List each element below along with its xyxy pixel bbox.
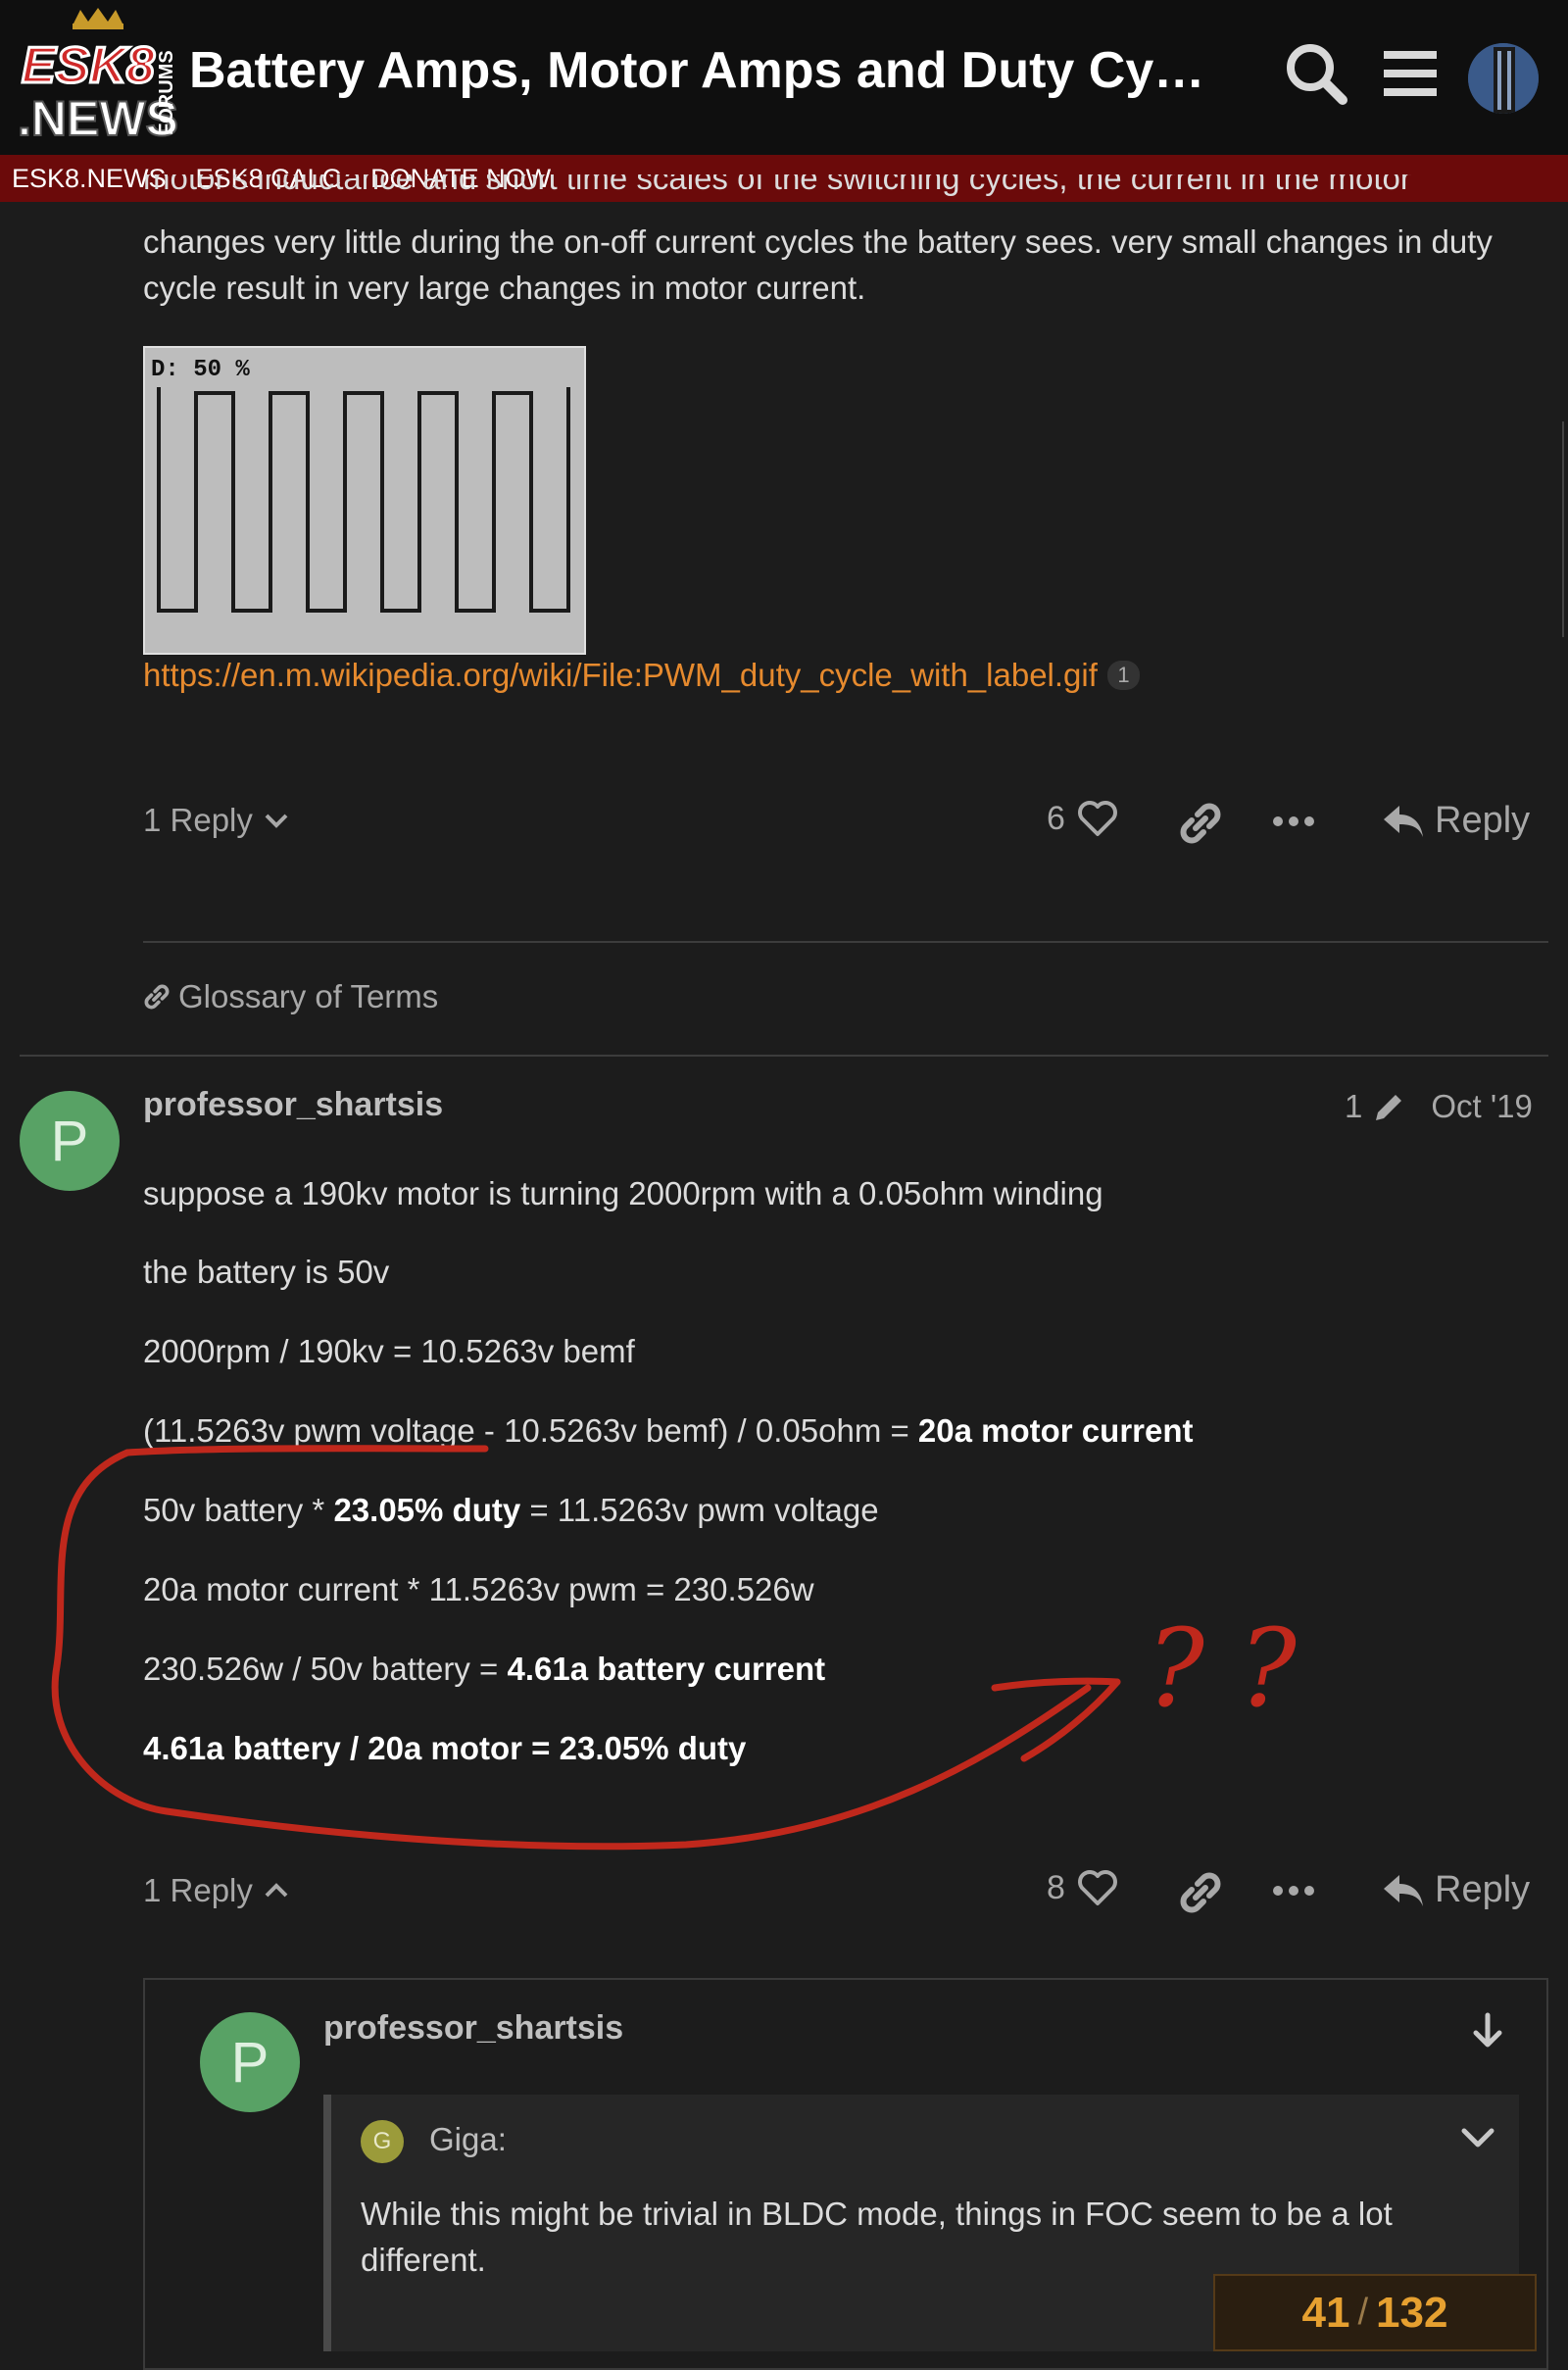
more-options-icon[interactable] — [1272, 1879, 1315, 1902]
post-line: (11.5263v pwm voltage - 10.5263v bemf) /… — [143, 1407, 1194, 1455]
site-header: ESK8 .NEWS FORUMS Battery Amps, Motor Am… — [0, 0, 1568, 155]
quote-text-line: different. — [361, 2242, 486, 2278]
post-author-username[interactable]: professor_shartsis — [143, 1086, 443, 1124]
show-replies-button[interactable]: 1 Reply — [143, 802, 290, 839]
reply-button[interactable]: Reply — [1382, 800, 1530, 842]
search-icon[interactable] — [1282, 39, 1350, 108]
post-line: 4.61a battery / 20a motor = 23.05% duty — [143, 1725, 746, 1772]
reply-author-avatar[interactable]: P — [200, 2012, 300, 2112]
post-text-line: cycle result in very large changes in mo… — [143, 270, 866, 306]
post-line: 50v battery * 23.05% duty = 11.5263v pwm… — [143, 1487, 879, 1534]
wikipedia-link[interactable]: https://en.m.wikipedia.org/wiki/File:PWM… — [143, 657, 1098, 693]
avatar-letter: P — [230, 2030, 270, 2095]
link-icon[interactable] — [1178, 801, 1223, 846]
post-line-part: 50v battery * — [143, 1492, 334, 1528]
post-line-part: = 11.5263v pwm voltage — [520, 1492, 879, 1528]
glossary-link[interactable]: Glossary of Terms — [143, 978, 438, 1015]
svg-text:FORUMS: FORUMS — [156, 50, 177, 135]
pencil-icon[interactable] — [1372, 1089, 1407, 1124]
post-date[interactable]: Oct '19 — [1431, 1088, 1533, 1125]
post-author-avatar[interactable]: P — [20, 1091, 120, 1191]
avatar-letter: G — [372, 2128, 392, 2154]
replies-count-label: 1 Reply — [143, 1872, 253, 1908]
reply-label: Reply — [1435, 1869, 1531, 1910]
hamburger-menu-icon[interactable] — [1376, 39, 1445, 108]
like-button[interactable]: 8 — [1047, 1868, 1118, 1907]
esk8-news-logo[interactable]: ESK8 .NEWS FORUMS — [16, 8, 180, 145]
quote-author-name: Giga: — [429, 2121, 507, 2157]
post-line-bold: 20a motor current — [917, 1412, 1194, 1449]
post-line: suppose a 190kv motor is turning 2000rpm… — [143, 1175, 1103, 1211]
arrow-down-icon[interactable] — [1470, 2011, 1505, 2050]
reply-author-username[interactable]: professor_shartsis — [323, 2009, 623, 2048]
user-avatar-image — [1468, 43, 1539, 114]
topic-title[interactable]: Battery Amps, Motor Amps and Duty Cycle… — [189, 41, 1218, 100]
post-meta: 1 Oct '19 — [1345, 1088, 1533, 1125]
link-click-count: 1 — [1107, 661, 1140, 690]
svg-text:ESK8: ESK8 — [22, 37, 155, 94]
like-count: 8 — [1047, 1868, 1065, 1906]
question-marks-annotation: ? ? — [1147, 1605, 1298, 1731]
reply-button[interactable]: Reply — [1382, 1869, 1530, 1911]
hide-replies-button[interactable]: 1 Reply — [143, 1872, 290, 1909]
chevron-up-icon — [265, 1883, 288, 1898]
post-text-line: changes very little during the on-off cu… — [143, 223, 1493, 260]
total-post-count: 132 — [1376, 2288, 1448, 2337]
post-line-bold: 4.61a battery / 20a motor = 23.05% duty — [143, 1730, 747, 1766]
svg-text:.NEWS: .NEWS — [18, 91, 178, 145]
heart-icon — [1077, 1870, 1117, 1905]
scrollbar[interactable] — [1562, 421, 1568, 637]
chevron-down-icon[interactable] — [1460, 2123, 1495, 2150]
post-line: the battery is 50v — [143, 1254, 390, 1290]
post-line: 230.526w / 50v battery = 4.61a battery c… — [143, 1646, 825, 1693]
pwm-duty-cycle-gif[interactable]: D: 50 % — [143, 346, 586, 655]
link-icon — [144, 984, 170, 1010]
post-divider — [20, 1055, 1548, 1057]
glossary-label: Glossary of Terms — [178, 978, 439, 1014]
like-count: 6 — [1047, 799, 1065, 837]
chevron-down-icon — [265, 814, 288, 828]
heart-icon — [1077, 801, 1117, 836]
post-text-cut-line: motor's inductance and short time scales… — [143, 174, 1411, 196]
more-options-icon[interactable] — [1272, 810, 1315, 833]
gif-label: D: 50 % — [151, 357, 250, 383]
pwm-waveform-image: D: 50 % — [151, 357, 570, 613]
progress-separator: / — [1357, 2292, 1369, 2333]
quote-text-line: While this might be trivial in BLDC mode… — [361, 2196, 1393, 2232]
divider — [143, 941, 1548, 943]
link-row: https://en.m.wikipedia.org/wiki/File:PWM… — [143, 657, 1140, 694]
reply-label: Reply — [1435, 800, 1531, 841]
reply-arrow-icon — [1384, 805, 1423, 837]
topic-progress-timeline[interactable]: 41 / 132 — [1213, 2274, 1537, 2351]
avatar-letter: P — [50, 1109, 89, 1173]
current-post-number: 41 — [1301, 2288, 1350, 2337]
post-line-bold: 4.61a battery current — [507, 1651, 826, 1687]
link-icon[interactable] — [1178, 1870, 1223, 1915]
post-line-bold: 23.05% duty — [333, 1492, 521, 1528]
user-avatar[interactable] — [1468, 43, 1539, 114]
edit-count[interactable]: 1 — [1345, 1088, 1362, 1125]
replies-count-label: 1 Reply — [143, 802, 253, 838]
like-button[interactable]: 6 — [1047, 799, 1118, 838]
post-line: 20a motor current * 11.5263v pwm = 230.5… — [143, 1571, 814, 1607]
post-text-clipped: motor's inductance and short time scales… — [143, 174, 1535, 202]
post-line-part: (11.5263v pwm voltage - 10.5263v bemf) /… — [143, 1412, 918, 1449]
post-line-part: 230.526w / 50v battery = — [143, 1651, 508, 1687]
post-line: 2000rpm / 190kv = 10.5263v bemf — [143, 1333, 635, 1369]
reply-arrow-icon — [1384, 1874, 1423, 1906]
quote-author-avatar: G — [361, 2120, 404, 2163]
